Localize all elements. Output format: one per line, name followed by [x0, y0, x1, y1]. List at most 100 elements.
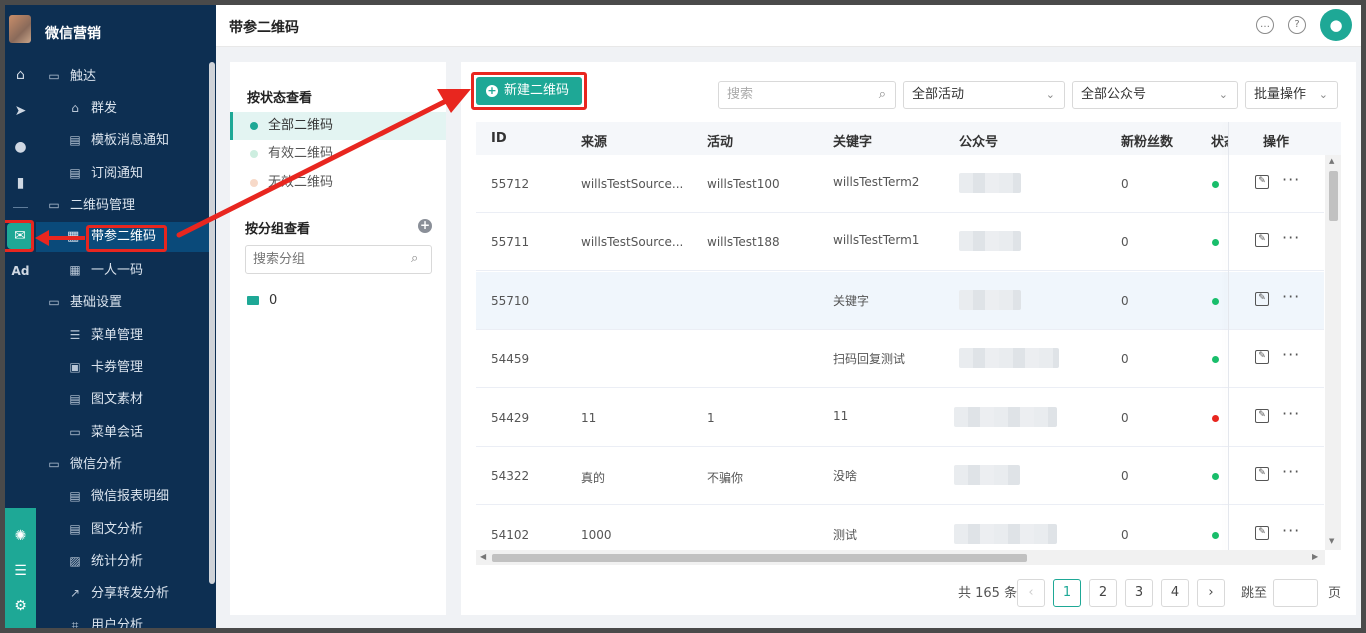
cell-source: 真的: [581, 471, 606, 485]
edit-icon[interactable]: ✎: [1255, 292, 1269, 306]
document-icon: ▤: [69, 489, 81, 503]
app-window: ⌂ ➤ ● ▮ ✉ Ad ✺ ☰ ⚙ 微信营销 ▭ 触达 ⌂ 群发 ▤ 模板消息通知 …: [5, 5, 1361, 628]
column-header-new-fans[interactable]: 新粉丝数: [1121, 131, 1173, 150]
page-button-4[interactable]: 4: [1161, 579, 1189, 607]
sidebar-item-statistics[interactable]: ▨ 统计分析: [67, 546, 143, 576]
status-filter-valid[interactable]: 有效二维码: [230, 140, 446, 168]
search-icon: ⌕: [878, 87, 886, 102]
batch-operation-button[interactable]: 批量操作 ⌄: [1245, 81, 1338, 109]
help-icon[interactable]: ?: [1288, 16, 1306, 34]
prev-page-button[interactable]: ‹: [1017, 579, 1045, 607]
more-icon[interactable]: ···: [1282, 462, 1300, 481]
sidebar-item-one-person-one-code[interactable]: ▦ 一人一码: [67, 255, 143, 285]
status-filter-invalid[interactable]: 无效二维码: [230, 169, 446, 197]
scroll-up-icon[interactable]: ▲: [1329, 157, 1334, 165]
table-horizontal-scrollbar[interactable]: ◀ ▶: [476, 550, 1325, 565]
cell-new-fans: 0: [1121, 177, 1129, 191]
activity-select[interactable]: 全部活动 ⌄: [903, 81, 1065, 109]
group-search-input[interactable]: [245, 245, 432, 274]
scroll-thumb[interactable]: [492, 554, 1027, 562]
ad-icon[interactable]: Ad: [5, 261, 36, 281]
sidebar-group-touch[interactable]: ▭ 触达: [46, 61, 96, 91]
sidebar-item-coupon-management[interactable]: ▣ 卡券管理: [67, 352, 143, 382]
cell-id: 54102: [491, 528, 530, 542]
sidebar-item-user-analysis[interactable]: ⌗ 用户分析: [67, 610, 143, 628]
search-input[interactable]: 搜索 ⌕: [718, 81, 896, 109]
scroll-left-icon[interactable]: ◀: [480, 552, 486, 561]
send-icon[interactable]: ➤: [5, 101, 36, 121]
column-header-keyword[interactable]: 关键字: [833, 131, 872, 150]
next-page-button[interactable]: ›: [1197, 579, 1225, 607]
edit-icon[interactable]: ✎: [1255, 350, 1269, 364]
edit-icon[interactable]: ✎: [1255, 409, 1269, 423]
status-filter-all[interactable]: 全部二维码: [230, 112, 446, 140]
table-row[interactable]: 54429 11 1 11 0 ✎ ···: [476, 389, 1324, 447]
more-icon[interactable]: ···: [1282, 404, 1300, 423]
avatar[interactable]: ●: [1320, 9, 1352, 41]
more-icon[interactable]: ···: [1282, 170, 1300, 189]
cell-new-fans: 0: [1121, 528, 1129, 542]
cell-id: 54322: [491, 469, 530, 483]
add-group-icon[interactable]: +: [418, 219, 432, 233]
rail-bottom: ✺ ☰ ⚙: [5, 508, 36, 628]
edit-icon[interactable]: ✎: [1255, 526, 1269, 540]
edit-icon[interactable]: ✎: [1255, 233, 1269, 247]
top-bar: 带参二维码 … ? ●: [216, 5, 1361, 47]
column-header-source[interactable]: 来源: [581, 131, 607, 150]
sidebar-group-basic-settings[interactable]: ▭ 基础设置: [46, 287, 122, 317]
column-header-status[interactable]: 状态: [1211, 131, 1228, 150]
hub-icon[interactable]: ✺: [5, 526, 36, 546]
cell-new-fans: 0: [1121, 352, 1129, 366]
sidebar-group-wechat-analysis[interactable]: ▭ 微信分析: [46, 449, 122, 479]
broadcast-icon: ⌂: [71, 101, 79, 115]
more-icon[interactable]: ···: [1282, 228, 1300, 247]
sidebar-brand: 微信营销: [45, 26, 101, 42]
table-row[interactable]: 55711 willsTestSource... willsTest188 wi…: [476, 213, 1324, 271]
page-button-2[interactable]: 2: [1089, 579, 1117, 607]
sidebar-item-menu-management[interactable]: ☰ 菜单管理: [67, 320, 143, 350]
column-header-activity[interactable]: 活动: [707, 131, 733, 150]
column-header-account[interactable]: 公众号: [959, 131, 998, 150]
scroll-thumb[interactable]: [1329, 171, 1338, 221]
scroll-down-icon[interactable]: ▼: [1329, 537, 1334, 545]
sidebar-group-qrcode[interactable]: ▭ 二维码管理: [46, 190, 135, 220]
edit-icon[interactable]: ✎: [1255, 175, 1269, 189]
sidebar-item-template-message[interactable]: ▤ 模板消息通知: [67, 125, 169, 155]
cell-new-fans: 0: [1121, 235, 1129, 249]
sidebar-item-article-material[interactable]: ▤ 图文素材: [67, 384, 143, 414]
sidebar-item-report-detail[interactable]: ▤ 微信报表明细: [67, 481, 169, 511]
home-icon[interactable]: ⌂: [5, 65, 36, 85]
table-vertical-scrollbar[interactable]: ▲ ▼: [1325, 155, 1341, 550]
gear-icon[interactable]: ⚙: [5, 596, 36, 616]
page-button-3[interactable]: 3: [1125, 579, 1153, 607]
sidebar-item-mass-send[interactable]: ⌂ 群发: [67, 93, 117, 123]
sidebar-item-subscribe-notice[interactable]: ▤ 订阅通知: [67, 158, 143, 188]
sidebar-scrollbar[interactable]: [209, 62, 215, 584]
more-icon[interactable]: ···: [1282, 345, 1300, 364]
group-item[interactable]: 0: [247, 293, 277, 308]
sidebar-item-menu-session[interactable]: ▭ 菜单会话: [67, 417, 143, 447]
column-header-id[interactable]: ID: [491, 131, 507, 146]
sidebar-item-article-analysis[interactable]: ▤ 图文分析: [67, 514, 143, 544]
cell-new-fans: 0: [1121, 469, 1129, 483]
table-row[interactable]: 54322 真的 不骗你 没啥 0 ✎ ···: [476, 447, 1324, 505]
user-icon[interactable]: ●: [5, 137, 36, 157]
table-row[interactable]: 54459 扫码回复测试 0 ✎ ···: [476, 330, 1324, 388]
jump-page-input[interactable]: [1273, 579, 1318, 607]
page-button-1[interactable]: 1: [1053, 579, 1081, 607]
more-icon[interactable]: ···: [1282, 287, 1300, 306]
chat-icon[interactable]: …: [1256, 16, 1274, 34]
sidebar-item-share-analysis[interactable]: ↗ 分享转发分析: [67, 578, 169, 608]
cell-activity: 不骗你: [707, 471, 744, 485]
chevron-down-icon: ⌄: [1318, 88, 1328, 101]
cell-keyword: 扫码回复测试: [833, 352, 906, 366]
scroll-right-icon[interactable]: ▶: [1312, 552, 1318, 561]
table-row[interactable]: 55712 willsTestSource... willsTest100 wi…: [476, 155, 1324, 213]
bar-chart-icon[interactable]: ▮: [5, 173, 36, 193]
account-select[interactable]: 全部公众号 ⌄: [1072, 81, 1238, 109]
status-dot: [1212, 298, 1219, 305]
server-icon[interactable]: ☰: [5, 561, 36, 581]
edit-icon[interactable]: ✎: [1255, 467, 1269, 481]
more-icon[interactable]: ···: [1282, 521, 1300, 540]
table-row[interactable]: 55710 关键字 0 ✎ ···: [476, 272, 1324, 330]
